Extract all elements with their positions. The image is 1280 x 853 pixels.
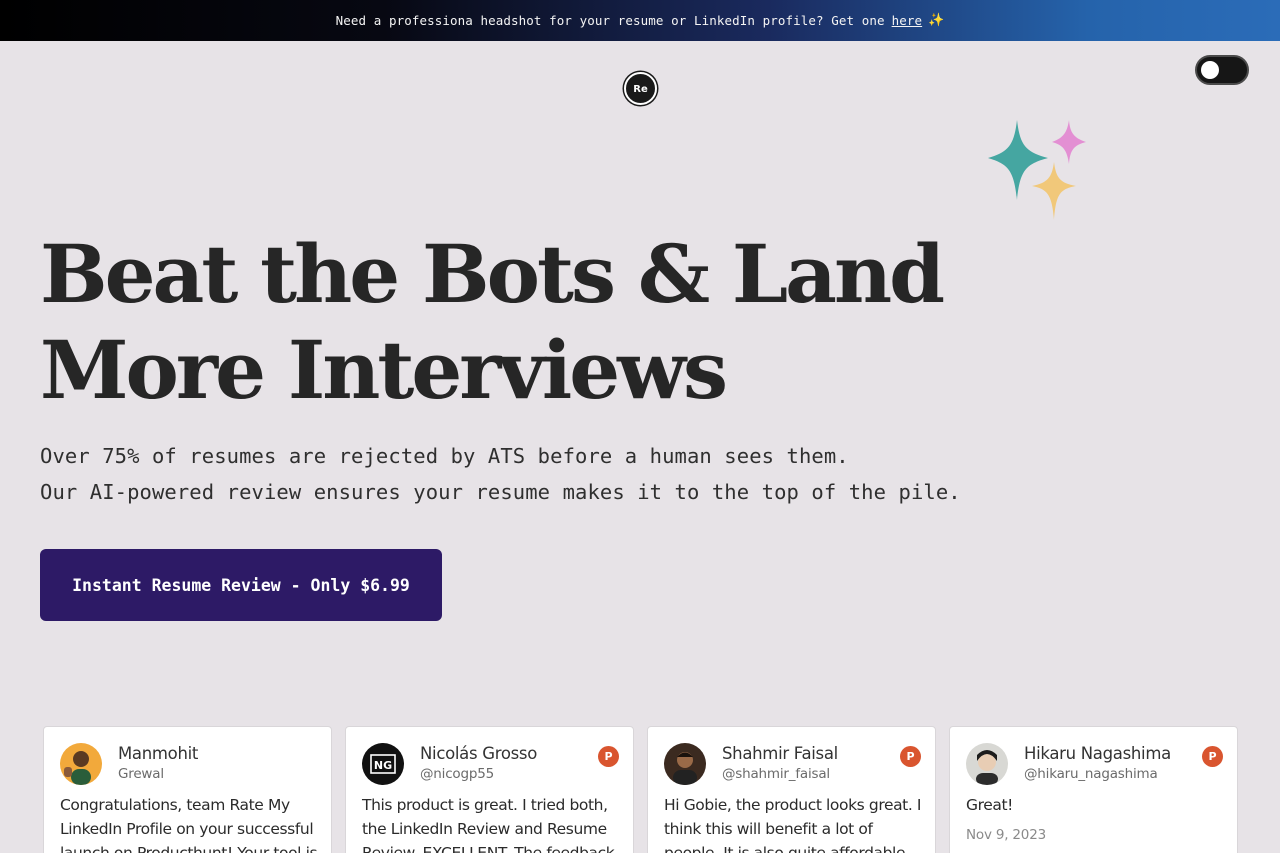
sparkle-pink bbox=[1052, 120, 1086, 164]
hero-subtitle-line-2: Our AI-powered review ensures your resum… bbox=[40, 480, 961, 504]
sparkle-yellow bbox=[1032, 162, 1076, 220]
testimonial-card: Hikaru Nagashima @hikaru_nagashima P Gre… bbox=[949, 726, 1238, 853]
testimonial-name: Hikaru Nagashima bbox=[1024, 744, 1171, 763]
hero-subtitle-line-1: Over 75% of resumes are rejected by ATS … bbox=[40, 444, 849, 468]
testimonial-handle: @hikaru_nagashima bbox=[1024, 766, 1158, 782]
promo-banner: Need a professiona headshot for your res… bbox=[0, 0, 1280, 41]
avatar bbox=[966, 743, 1008, 785]
testimonial-card: Shahmir Faisal @shahmir_faisal P Hi Gobi… bbox=[647, 726, 936, 853]
testimonial-name: Shahmir Faisal bbox=[722, 744, 838, 763]
svg-text:NG: NG bbox=[374, 759, 392, 772]
avatar bbox=[60, 743, 102, 785]
testimonial-handle: @shahmir_faisal bbox=[722, 766, 830, 782]
testimonial-card: Manmohit Grewal Congratulations, team Ra… bbox=[43, 726, 332, 853]
testimonial-name: Nicolás Grosso bbox=[420, 744, 538, 763]
hero-subtitle: Over 75% of resumes are rejected by ATS … bbox=[40, 438, 1040, 510]
producthunt-icon[interactable]: P bbox=[900, 746, 921, 767]
theme-toggle[interactable] bbox=[1195, 55, 1249, 85]
testimonial-text: Hi Gobie, the product looks great. I thi… bbox=[664, 796, 922, 853]
producthunt-icon[interactable]: P bbox=[1202, 746, 1223, 767]
site-logo[interactable]: Re bbox=[624, 72, 657, 105]
sparkle-teal bbox=[988, 120, 1048, 200]
promo-banner-text: Need a professiona headshot for your res… bbox=[335, 13, 885, 28]
testimonial-text: Great! bbox=[966, 796, 1013, 814]
avatar: NG bbox=[362, 743, 404, 785]
instant-review-button[interactable]: Instant Resume Review - Only $6.99 bbox=[40, 549, 442, 621]
hero-headline: Beat the Bots & Land More Interviews bbox=[40, 227, 945, 417]
theme-toggle-knob bbox=[1201, 61, 1219, 79]
testimonial-handle: @nicogp55 bbox=[420, 766, 495, 782]
promo-banner-link[interactable]: here bbox=[892, 13, 923, 28]
avatar bbox=[664, 743, 706, 785]
site-logo-label: Re bbox=[633, 84, 648, 95]
sparkles-emoji: ✨ bbox=[928, 13, 945, 28]
producthunt-icon[interactable]: P bbox=[598, 746, 619, 767]
testimonial-text: This product is great. I tried both, the… bbox=[362, 796, 615, 853]
testimonial-date: Nov 9, 2023 bbox=[966, 827, 1046, 843]
testimonial-card: NG Nicolás Grosso @nicogp55 P This produ… bbox=[345, 726, 634, 853]
sparkles-icon bbox=[988, 120, 1086, 220]
testimonial-name: Manmohit bbox=[118, 744, 199, 763]
testimonial-text: Congratulations, team Rate My LinkedIn P… bbox=[60, 796, 318, 853]
testimonial-handle: Grewal bbox=[118, 766, 164, 782]
